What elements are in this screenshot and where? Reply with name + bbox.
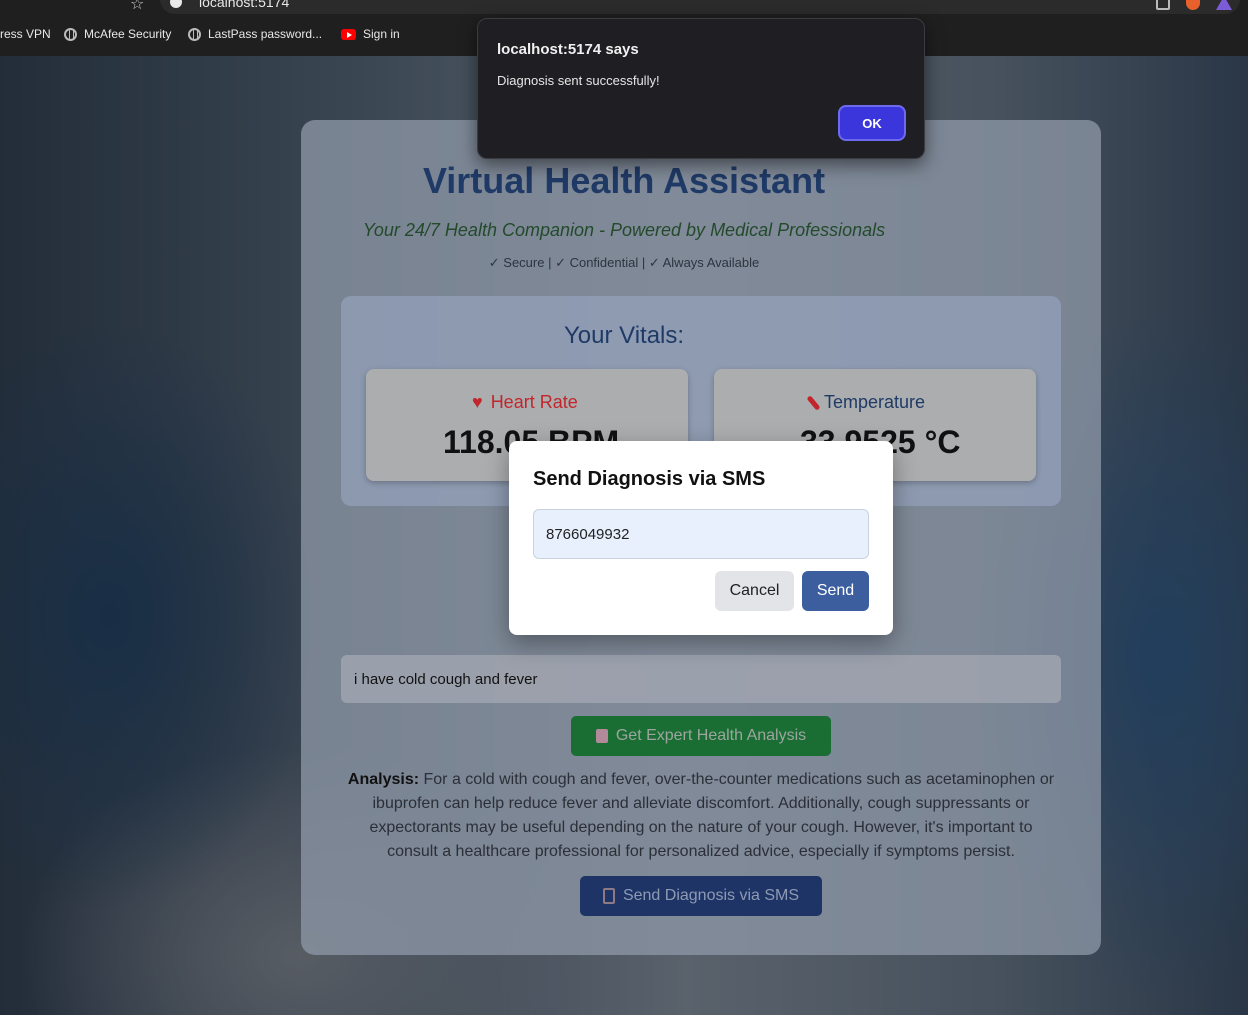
analysis-body: For a cold with cough and fever, over-th… [369,771,1055,860]
send-sms-button[interactable]: Send Diagnosis via SMS [580,876,822,916]
phone-number-input[interactable] [533,509,869,559]
address-bar[interactable] [160,0,1240,14]
cancel-button[interactable]: Cancel [715,571,794,611]
phone-icon [602,888,615,904]
bookmark-youtube[interactable]: Sign in [341,27,400,41]
page-title: Virtual Health Assistant [422,160,826,201]
vitals-title: Your Vitals: [563,322,685,349]
trust-badges: ✓ Secure | ✓ Confidential | ✓ Always Ava… [488,255,760,270]
analysis-label: Analysis: [347,771,420,788]
browser-toolbar: ☆ localhost:5174 [0,0,1248,15]
extension-icons [1156,0,1232,10]
hospital-icon [595,729,608,743]
symptom-input[interactable] [341,655,1061,703]
bookmark-label: McAfee Security [84,27,172,41]
share-icon[interactable] [1156,0,1170,10]
tagline: Your 24/7 Health Companion - Powered by … [362,220,886,240]
alert-message: Diagnosis sent successfully! [497,73,660,88]
ok-button[interactable]: OK [838,105,906,141]
url-text[interactable]: localhost:5174 [199,0,289,10]
bookmark-lastpass[interactable]: LastPass password... [188,27,322,41]
button-label: Send Diagnosis via SMS [622,887,800,904]
youtube-icon [341,28,356,40]
button-label: Get Expert Health Analysis [615,727,807,744]
globe-icon [64,27,77,41]
bookmark-mcafee[interactable]: McAfee Security [64,27,171,41]
bookmark-label: LastPass password... [208,27,323,41]
get-analysis-button[interactable]: Get Expert Health Analysis [571,716,831,756]
heart-rate-label: ♥ Heart Rate [472,392,578,413]
brave-rewards-icon[interactable] [1216,0,1232,10]
bookmark-label: Sign in [363,27,400,41]
modal-title: Send Diagnosis via SMS [533,468,766,490]
bookmark-label: ress VPN [0,27,51,41]
globe-icon [188,27,201,41]
vital-label-text: Heart Rate [490,392,578,412]
alert-title: localhost:5174 says [497,41,639,58]
bookmark-vpn[interactable]: ress VPN [0,27,51,41]
vital-label-text: Temperature [824,392,926,412]
bookmark-star-icon[interactable]: ☆ [130,0,144,14]
analysis-text: Analysis: For a cold with cough and feve… [345,768,1057,864]
temperature-label: Temperature [806,392,926,413]
send-button[interactable]: Send [802,571,869,611]
brave-shield-icon[interactable] [1186,0,1200,10]
heart-icon: ♥ [472,392,483,412]
